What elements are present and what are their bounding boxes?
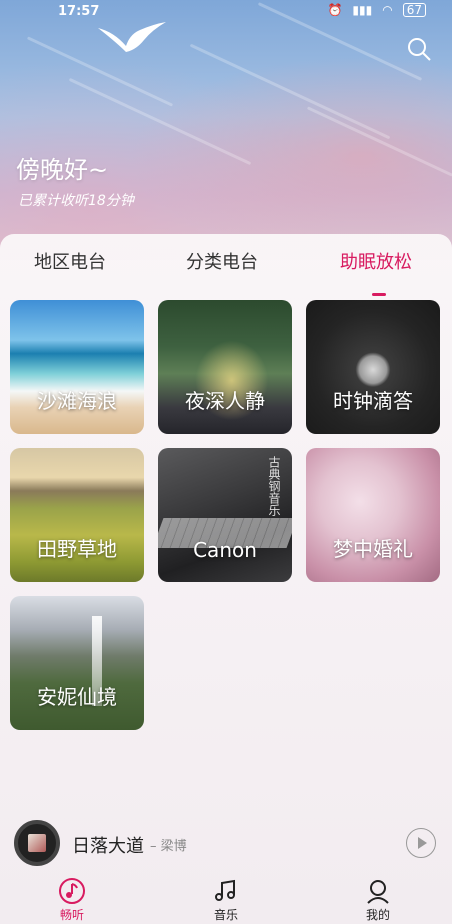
music-note-icon <box>196 876 256 906</box>
bottom-nav: 畅听 音乐 我的 <box>0 872 452 924</box>
card-beach-waves[interactable]: 沙滩海浪 <box>10 300 144 434</box>
tab-region-radio[interactable]: 地区电台 <box>34 248 106 274</box>
nav-music[interactable]: 音乐 <box>196 876 256 923</box>
card-annie-wonderland[interactable]: 安妮仙境 <box>10 596 144 730</box>
card-late-night[interactable]: 夜深人静 <box>158 300 292 434</box>
listen-icon <box>42 876 102 906</box>
wifi-icon: ◠ <box>382 3 393 17</box>
song-title: 日落大道 <box>72 836 144 857</box>
card-label: 田野草地 <box>37 537 117 561</box>
alarm-icon: ⏰ <box>327 3 343 17</box>
card-label: 沙滩海浪 <box>37 389 117 413</box>
bird-logo-icon <box>96 20 168 60</box>
card-label: 安妮仙境 <box>37 685 117 709</box>
card-label: Canon <box>193 538 257 562</box>
card-label: 梦中婚礼 <box>333 537 413 561</box>
signal-icon: ▮▮▮ <box>352 3 373 17</box>
nav-label: 音乐 <box>213 908 238 922</box>
nav-listen[interactable]: 畅听 <box>42 876 102 923</box>
nav-label: 畅听 <box>59 908 84 922</box>
card-label: 时钟滴答 <box>333 389 413 413</box>
listened-time: 已累计收听18分钟 <box>18 193 134 209</box>
status-bar: 17:57 ⏰ ▮▮▮ ◠ 67 <box>0 0 452 26</box>
nav-profile[interactable]: 我的 <box>348 876 408 923</box>
tab-bar: 地区电台 分类电台 助眠放松 <box>0 248 452 296</box>
active-tab-indicator <box>372 293 386 296</box>
album-disc[interactable] <box>14 820 60 866</box>
profile-icon <box>348 876 408 906</box>
status-time: 17:57 <box>58 4 100 19</box>
battery-icon: 67 <box>402 3 426 17</box>
song-artist: – 梁博 <box>150 839 187 854</box>
card-dream-wedding[interactable]: 梦中婚礼 <box>306 448 440 582</box>
search-icon[interactable] <box>406 36 432 66</box>
mini-player[interactable]: 日落大道 – 梁博 <box>0 814 452 872</box>
tab-sleep-relax[interactable]: 助眠放松 <box>340 248 412 274</box>
hero-banner <box>0 0 452 260</box>
greeting-text: 傍晚好~ <box>16 156 109 184</box>
card-field-grassland[interactable]: 田野草地 <box>10 448 144 582</box>
card-overlay-text: 古典钢音乐 <box>267 456 281 516</box>
nav-label: 我的 <box>365 908 390 922</box>
play-button[interactable] <box>406 828 436 858</box>
tab-category-radio[interactable]: 分类电台 <box>186 248 258 274</box>
card-clock-ticking[interactable]: 时钟滴答 <box>306 300 440 434</box>
card-canon[interactable]: 古典钢音乐 Canon <box>158 448 292 582</box>
card-label: 夜深人静 <box>185 389 265 413</box>
